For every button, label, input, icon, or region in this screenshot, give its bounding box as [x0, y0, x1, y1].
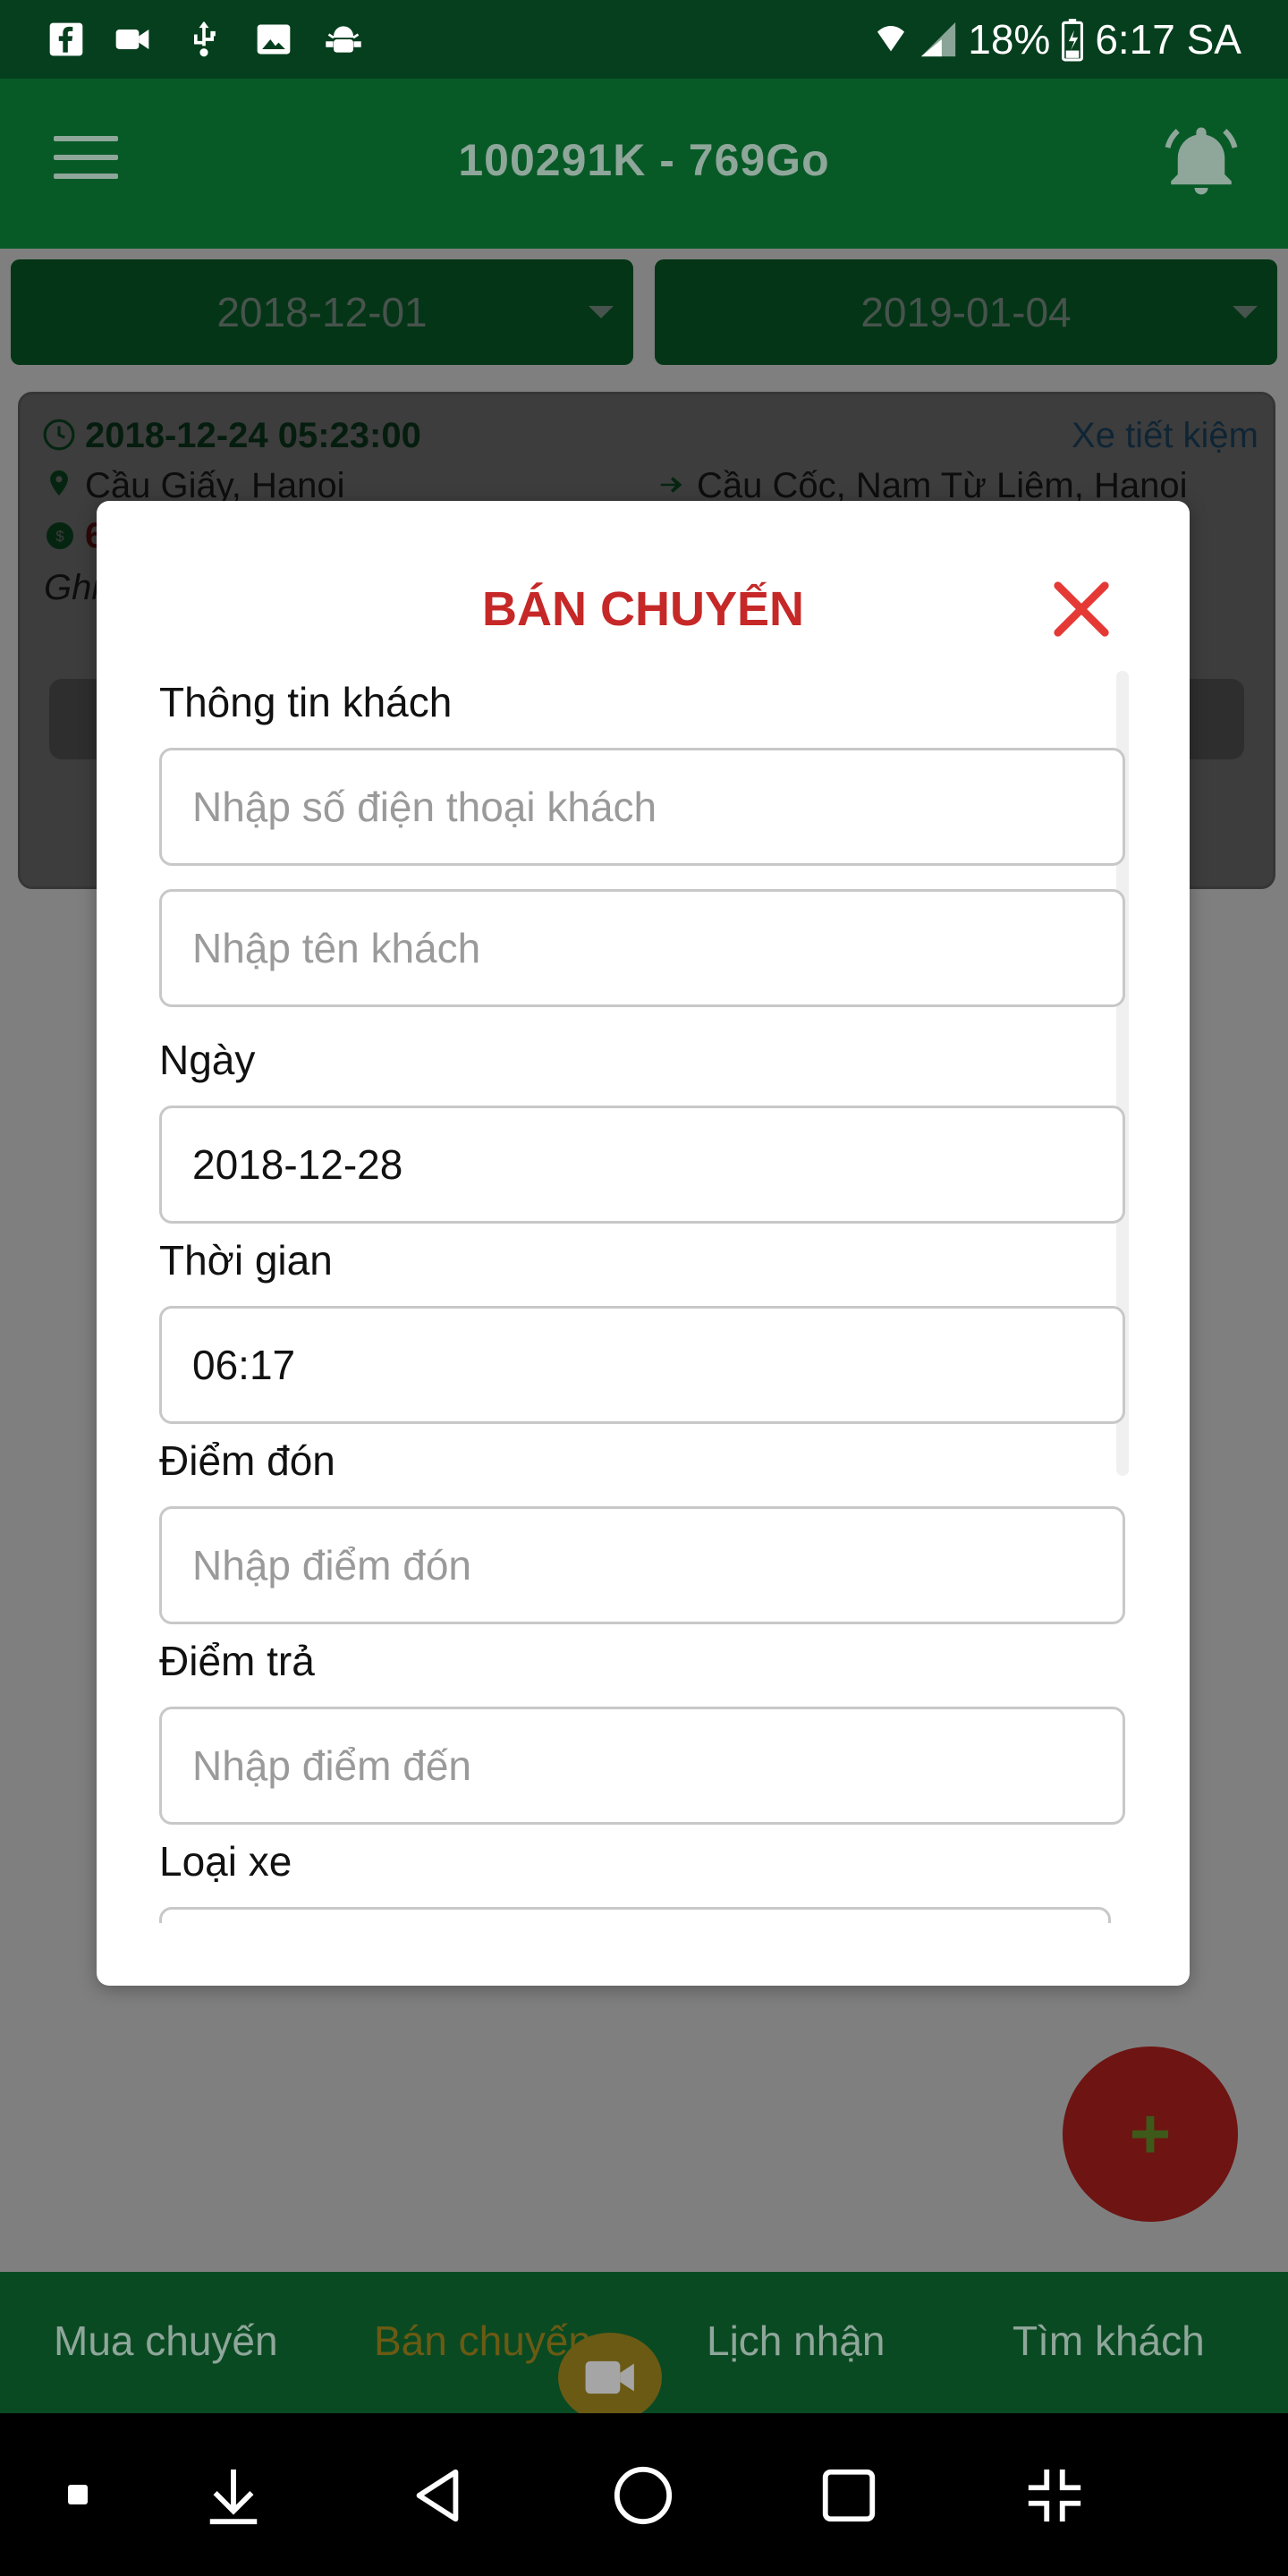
home-icon[interactable] [612, 2464, 674, 2527]
dot-icon[interactable] [68, 2485, 88, 2504]
time-label: Thời gian [159, 1237, 333, 1284]
dropoff-input[interactable] [159, 1707, 1125, 1825]
page-title: 100291K - 769Go [458, 135, 830, 185]
video-camera-icon [115, 30, 149, 49]
usb-icon [194, 21, 216, 57]
nav-tab-tim-khach[interactable]: Tìm khách [1013, 2317, 1205, 2365]
dialog-title: BÁN CHUYẾN [481, 582, 805, 636]
nav-tab-mua-chuyen[interactable]: Mua chuyến [54, 2317, 278, 2365]
pickup-label: Điểm đón [159, 1437, 335, 1484]
back-icon[interactable] [406, 2464, 469, 2527]
minimize-icon[interactable] [1023, 2464, 1086, 2527]
close-icon[interactable] [1050, 578, 1113, 640]
plus-icon: + [1129, 2094, 1172, 2174]
dropoff-label: Điểm trả [159, 1638, 315, 1684]
android-debug-icon [326, 26, 361, 53]
nav-tab-lich-nhan[interactable]: Lịch nhận [707, 2317, 886, 2365]
video-record-icon [585, 2360, 634, 2394]
time-input[interactable] [159, 1306, 1125, 1424]
wifi-data-icon [877, 26, 905, 52]
screen-record-bubble[interactable] [558, 2333, 662, 2422]
battery-percent: 18% [968, 16, 1051, 63]
sell-trip-dialog: BÁN CHUYẾN Thông tin khách Ngày Thời gia… [97, 501, 1190, 1986]
vehicle-type-label: Loại xe [159, 1838, 292, 1885]
status-bar: 18% 6:17 SA [0, 0, 1288, 79]
pickup-input[interactable] [159, 1506, 1125, 1624]
battery-icon [1062, 19, 1084, 62]
date-label: Ngày [159, 1037, 256, 1083]
notification-bell-icon[interactable] [1161, 121, 1241, 201]
clock: 6:17 SA [1095, 16, 1241, 63]
date-input[interactable] [159, 1106, 1125, 1224]
customer-phone-input[interactable] [159, 748, 1125, 866]
customer-name-input[interactable] [159, 889, 1125, 1007]
status-right: 18% 6:17 SA [873, 11, 1241, 68]
recents-icon[interactable] [818, 2464, 880, 2527]
vehicle-type-select-clip [159, 1907, 1111, 1923]
customer-info-label: Thông tin khách [159, 679, 453, 725]
signal-icon [921, 21, 956, 57]
vehicle-type-select[interactable] [159, 1907, 1111, 1923]
image-icon [257, 24, 291, 55]
facebook-icon [49, 22, 83, 56]
add-trip-fab[interactable]: + [1063, 2046, 1238, 2222]
notification-pull-icon[interactable] [202, 2464, 265, 2527]
nav-tab-ban-chuyen[interactable]: Bán chuyến [374, 2317, 591, 2365]
